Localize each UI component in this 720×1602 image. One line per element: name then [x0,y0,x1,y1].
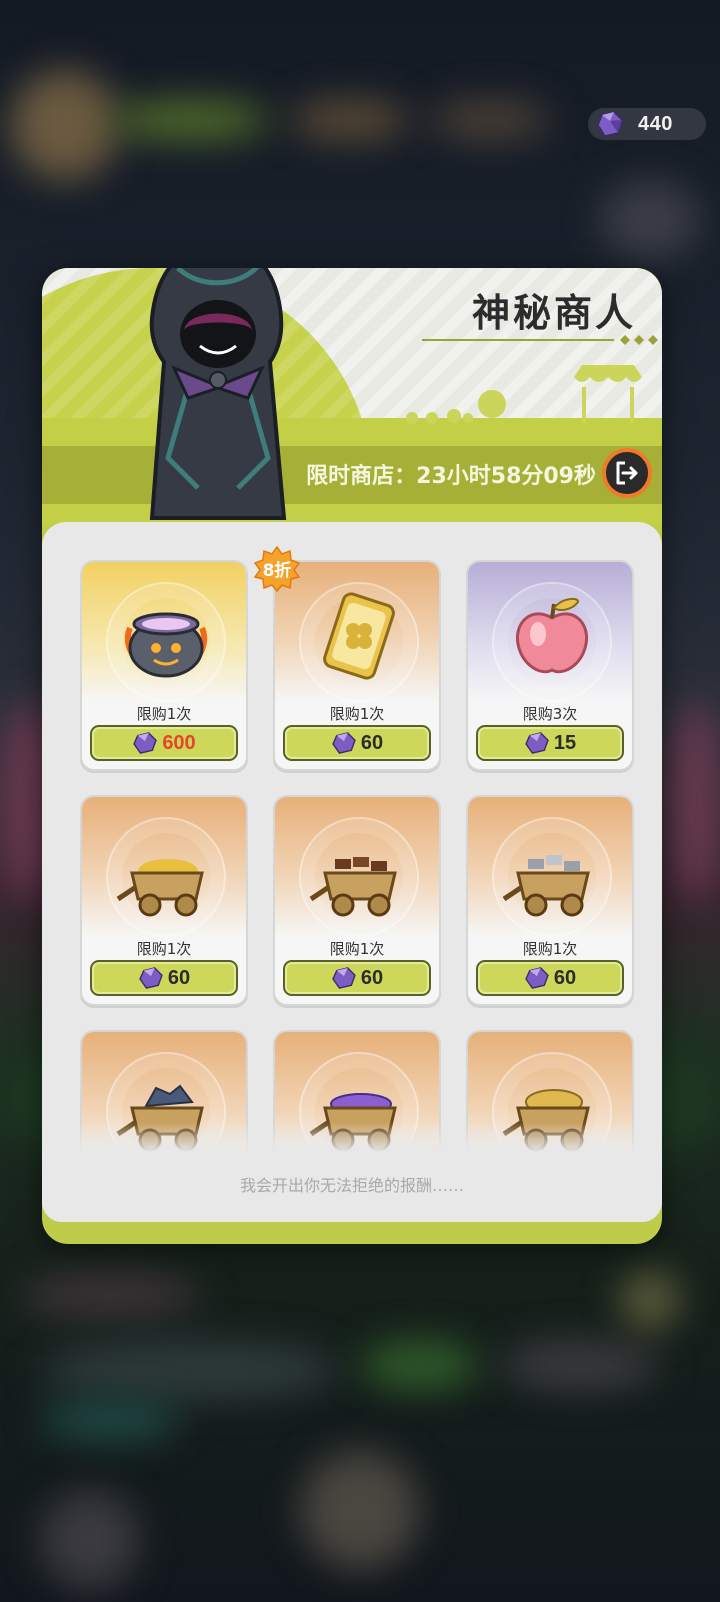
title-divider [422,335,658,345]
currency-display: 440 [588,108,706,140]
wood-cart-icon [309,857,397,917]
shop-header: 神秘商人 限时商店：23小时58分09秒 [42,268,662,526]
price-value: 600 [162,731,196,754]
price-value: 60 [360,966,384,989]
purchase-limit: 限购1次 [329,940,385,958]
price-value: 15 [553,731,577,754]
shop-item-card[interactable]: 限购3次 15 [466,560,634,771]
iron-cart-icon [502,855,590,917]
shop-panel: 限购1次 600 限购1次 60 限购3次 15 限购1次 60 限购1次 60… [42,522,662,1222]
merchant-quote: 我会开出你无法拒绝的报酬…… [239,1176,464,1195]
currency-amount: 440 [638,112,673,135]
purple-gem-icon [133,732,158,754]
purple-gem-icon [332,967,356,989]
purchase-limit: 限购1次 [136,940,192,958]
shop-item-card[interactable]: 限购1次 60 [80,795,248,1006]
buy-button[interactable]: 60 [283,725,431,761]
discount-badge: 8折 [254,546,300,592]
exit-button[interactable] [602,448,652,498]
shop-item-card[interactable]: 限购1次 600 [80,560,248,771]
mystery-merchant-dialog: 神秘商人 限时商店：23小时58分09秒 限购1次 600 限购1次 60 限购… [42,268,662,1244]
buy-button[interactable]: 600 [90,725,238,761]
purchase-limit: 限购1次 [522,940,578,958]
buy-button[interactable]: 15 [476,725,624,761]
purchase-limit: 限购3次 [522,705,578,723]
exit-icon [616,461,638,485]
clover-ticket-icon [323,592,395,680]
shop-item-card[interactable]: 限购1次 60 [466,795,634,1006]
price-value: 60 [167,966,191,989]
buy-button[interactable]: 60 [90,960,238,996]
buy-button[interactable]: 60 [476,960,624,996]
buy-button[interactable]: 60 [283,960,431,996]
shop-title: 神秘商人 [471,291,636,335]
chicks-decoration [406,390,506,424]
cauldron-icon [125,612,207,678]
shop-item-card[interactable]: 限购1次 60 [273,795,441,1006]
purchase-limit: 限购1次 [329,705,385,723]
purple-gem-icon [525,967,549,989]
gold-cart-icon [116,859,204,917]
price-value: 60 [553,966,577,989]
price-value: 60 [360,731,384,754]
shop-timer: 限时商店：23小时58分09秒 [306,464,596,489]
purple-gem-icon [525,732,549,754]
purple-gem-icon [332,732,356,754]
purple-gem-icon [139,967,163,989]
purple-gem-icon [597,111,623,137]
shop-stall-icon [574,365,642,423]
hooded-merchant-character [149,268,287,520]
pink-apple-icon [515,597,589,674]
discount-label: 8折 [263,560,292,581]
purchase-limit: 限购1次 [136,705,192,723]
